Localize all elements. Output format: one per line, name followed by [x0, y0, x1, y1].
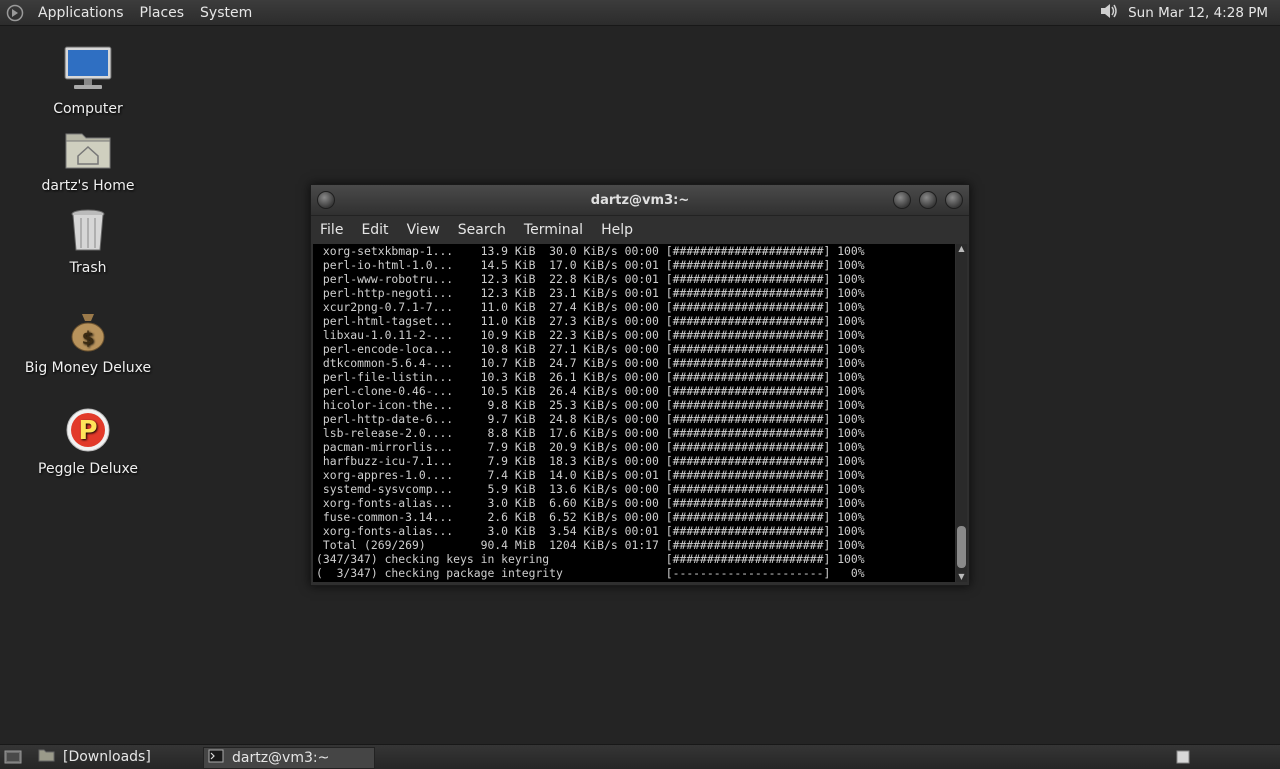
places-menu[interactable]: Places	[132, 5, 193, 21]
terminal-icon	[208, 749, 224, 767]
maximize-icon[interactable]	[919, 191, 937, 209]
scroll-thumb[interactable]	[957, 526, 966, 568]
desktop-icon-label: Peggle Deluxe	[38, 461, 138, 477]
computer-icon	[23, 45, 153, 97]
taskbar-item-downloads[interactable]: [Downloads]	[38, 747, 198, 767]
terminal-window: dartz@vm3:~ File Edit View Search Termin…	[310, 184, 970, 586]
menu-help[interactable]: Help	[592, 222, 642, 238]
menu-search[interactable]: Search	[449, 222, 515, 238]
terminal-line: systemd-sysvcomp... 5.9 KiB 13.6 KiB/s 0…	[316, 482, 865, 496]
taskbar-item-label: dartz@vm3:~	[232, 750, 330, 766]
scroll-up-icon[interactable]: ▲	[956, 244, 967, 254]
terminal-scrollbar[interactable]: ▲ ▼	[956, 244, 967, 582]
terminal-line: dtkcommon-5.6.4-... 10.7 KiB 24.7 KiB/s …	[316, 356, 865, 370]
menu-file[interactable]: File	[311, 222, 352, 238]
workspace-icon	[1176, 750, 1190, 764]
window-title: dartz@vm3:~	[590, 192, 690, 208]
terminal-line: ( 3/347) checking package integrity [---…	[316, 566, 865, 580]
terminal-line: xorg-setxkbmap-1... 13.9 KiB 30.0 KiB/s …	[316, 244, 865, 258]
terminal-line: perl-www-robotru... 12.3 KiB 22.8 KiB/s …	[316, 272, 865, 286]
desktop-icon-computer[interactable]: Computer	[23, 45, 153, 117]
bottom-panel: [Downloads] dartz@vm3:~	[0, 744, 1280, 769]
workspace-switcher[interactable]	[1176, 747, 1194, 767]
terminal-line: hicolor-icon-the... 9.8 KiB 25.3 KiB/s 0…	[316, 398, 865, 412]
terminal-line: perl-clone-0.46-... 10.5 KiB 26.4 KiB/s …	[316, 384, 865, 398]
applications-menu[interactable]: Applications	[30, 5, 132, 21]
menu-view[interactable]: View	[398, 222, 449, 238]
speaker-icon[interactable]	[1098, 1, 1120, 25]
trash-icon	[23, 208, 153, 256]
terminal-line: (347/347) checking keys in keyring [####…	[316, 552, 865, 566]
desktop-icon-home[interactable]: dartz's Home	[23, 128, 153, 194]
terminal-line: perl-html-tagset... 11.0 KiB 27.3 KiB/s …	[316, 314, 865, 328]
desktop-icon-peggle[interactable]: P Peggle Deluxe	[23, 407, 153, 477]
minimize-icon[interactable]	[893, 191, 911, 209]
terminal-line: perl-file-listin... 10.3 KiB 26.1 KiB/s …	[316, 370, 865, 384]
distro-logo-icon[interactable]	[6, 4, 24, 22]
desktop-icon-label: Big Money Deluxe	[24, 360, 152, 376]
folder-icon	[38, 748, 55, 766]
system-menu[interactable]: System	[192, 5, 260, 21]
terminal-line: perl-io-html-1.0... 14.5 KiB 17.0 KiB/s …	[316, 258, 865, 272]
show-desktop-button[interactable]	[4, 747, 32, 767]
terminal-line: fuse-common-3.14... 2.6 KiB 6.52 KiB/s 0…	[316, 510, 865, 524]
terminal-line: perl-http-date-6... 9.7 KiB 24.8 KiB/s 0…	[316, 412, 865, 426]
desktop-icon	[4, 750, 22, 764]
terminal-line: lsb-release-2.0.... 8.8 KiB 17.6 KiB/s 0…	[316, 426, 865, 440]
terminal-line: xcur2png-0.7.1-7... 11.0 KiB 27.4 KiB/s …	[316, 300, 865, 314]
terminal-line: xorg-appres-1.0.... 7.4 KiB 14.0 KiB/s 0…	[316, 468, 865, 482]
terminal-line: perl-encode-loca... 10.8 KiB 27.1 KiB/s …	[316, 342, 865, 356]
desktop-icon-label: Trash	[69, 260, 107, 276]
terminal-line: xorg-fonts-alias... 3.0 KiB 3.54 KiB/s 0…	[316, 524, 865, 538]
window-menu-icon[interactable]	[317, 191, 335, 209]
money-bag-icon: $	[23, 310, 153, 356]
close-icon[interactable]	[945, 191, 963, 209]
svg-text:P: P	[78, 416, 97, 446]
window-titlebar[interactable]: dartz@vm3:~	[311, 185, 969, 216]
terminal-menubar: File Edit View Search Terminal Help	[311, 216, 969, 244]
clock[interactable]: Sun Mar 12, 4:28 PM	[1120, 5, 1280, 21]
desktop-icon-label: Computer	[53, 101, 123, 117]
peggle-icon: P	[23, 407, 153, 457]
terminal-line: perl-http-negoti... 12.3 KiB 23.1 KiB/s …	[316, 286, 865, 300]
taskbar-item-label: [Downloads]	[63, 749, 151, 765]
terminal-line: libxau-1.0.11-2-... 10.9 KiB 22.3 KiB/s …	[316, 328, 865, 342]
desktop-icon-trash[interactable]: Trash	[23, 208, 153, 276]
svg-text:$: $	[82, 328, 95, 349]
taskbar-item-terminal[interactable]: dartz@vm3:~	[203, 747, 375, 769]
terminal-line: Total (269/269) 90.4 MiB 1204 KiB/s 01:1…	[316, 538, 865, 552]
menu-terminal[interactable]: Terminal	[515, 222, 592, 238]
terminal-line: pacman-mirrorlis... 7.9 KiB 20.9 KiB/s 0…	[316, 440, 865, 454]
desktop-icon-label: dartz's Home	[41, 178, 135, 194]
menu-edit[interactable]: Edit	[352, 222, 397, 238]
home-folder-icon	[23, 128, 153, 174]
terminal-output[interactable]: xorg-setxkbmap-1... 13.9 KiB 30.0 KiB/s …	[313, 244, 955, 582]
desktop-icon-big-money[interactable]: $ Big Money Deluxe	[23, 310, 153, 376]
scroll-down-icon[interactable]: ▼	[956, 572, 967, 582]
terminal-line: xorg-fonts-alias... 3.0 KiB 6.60 KiB/s 0…	[316, 496, 865, 510]
top-panel: Applications Places System Sun Mar 12, 4…	[0, 0, 1280, 26]
terminal-line: harfbuzz-icu-7.1... 7.9 KiB 18.3 KiB/s 0…	[316, 454, 865, 468]
